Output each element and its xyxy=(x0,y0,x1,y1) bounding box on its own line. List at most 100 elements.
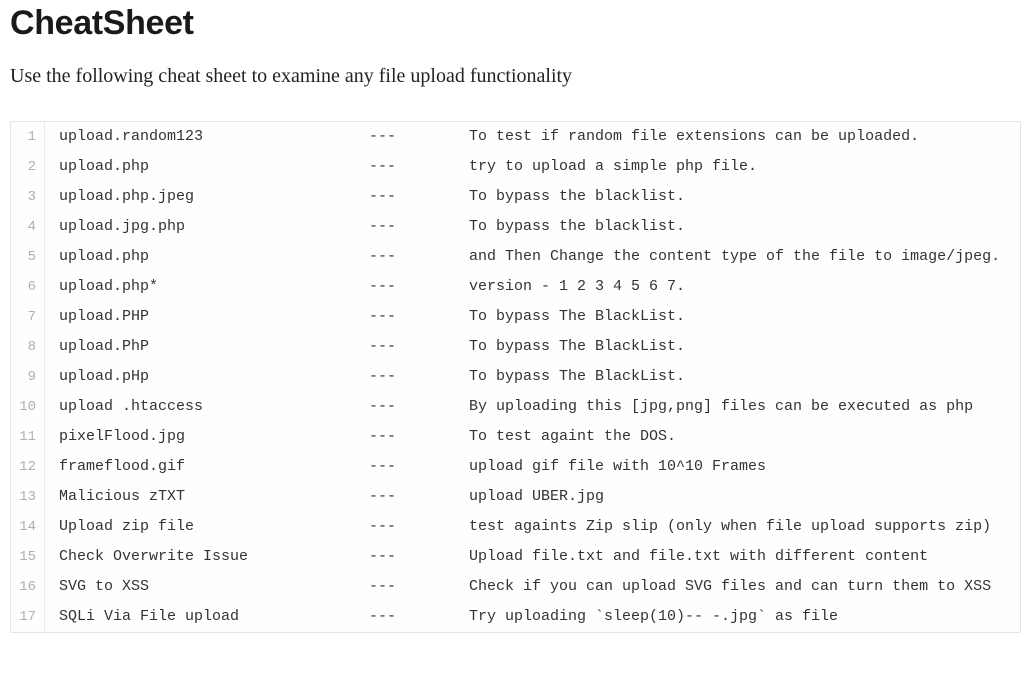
code-cell: upload.php.jpeg---To bypass the blacklis… xyxy=(45,182,1020,212)
code-cell: upload.PhP---To bypass The BlackList. xyxy=(45,332,1020,362)
separator-column: --- xyxy=(369,302,469,332)
filename-column: SQLi Via File upload xyxy=(59,602,369,632)
description-column: To bypass The BlackList. xyxy=(469,332,685,362)
line-number: 3 xyxy=(11,182,45,212)
code-cell: upload.php---try to upload a simple php … xyxy=(45,152,1020,182)
separator-column: --- xyxy=(369,452,469,482)
line-number: 14 xyxy=(11,512,45,542)
description-column: upload gif file with 10^10 Frames xyxy=(469,452,766,482)
code-row: 7upload.PHP---To bypass The BlackList. xyxy=(11,302,1020,332)
code-cell: upload.php---and Then Change the content… xyxy=(45,242,1020,272)
separator-column: --- xyxy=(369,212,469,242)
description-column: upload UBER.jpg xyxy=(469,482,604,512)
code-row: 13Malicious zTXT---upload UBER.jpg xyxy=(11,482,1020,512)
code-row: 1upload.random123---To test if random fi… xyxy=(11,122,1020,152)
filename-column: upload.php xyxy=(59,242,369,272)
code-row: 16SVG to XSS---Check if you can upload S… xyxy=(11,572,1020,602)
code-row: 5upload.php---and Then Change the conten… xyxy=(11,242,1020,272)
code-row: 6upload.php*---version - 1 2 3 4 5 6 7. xyxy=(11,272,1020,302)
code-row: 8upload.PhP---To bypass The BlackList. xyxy=(11,332,1020,362)
code-cell: SQLi Via File upload---Try uploading `sl… xyxy=(45,602,1020,632)
page-title: CheatSheet xyxy=(10,4,1021,43)
description-column: To bypass the blacklist. xyxy=(469,182,685,212)
code-cell: Check Overwrite Issue---Upload file.txt … xyxy=(45,542,1020,572)
code-cell: upload.PHP---To bypass The BlackList. xyxy=(45,302,1020,332)
line-number: 9 xyxy=(11,362,45,392)
code-cell: SVG to XSS---Check if you can upload SVG… xyxy=(45,572,1020,602)
separator-column: --- xyxy=(369,362,469,392)
separator-column: --- xyxy=(369,572,469,602)
code-cell: pixelFlood.jpg---To test againt the DOS. xyxy=(45,422,1020,452)
description-column: To bypass The BlackList. xyxy=(469,362,685,392)
code-cell: Upload zip file---test againts Zip slip … xyxy=(45,512,1020,542)
line-number: 12 xyxy=(11,452,45,482)
separator-column: --- xyxy=(369,422,469,452)
line-number: 11 xyxy=(11,422,45,452)
filename-column: upload .htaccess xyxy=(59,392,369,422)
line-number: 13 xyxy=(11,482,45,512)
filename-column: Check Overwrite Issue xyxy=(59,542,369,572)
code-cell: upload.php*---version - 1 2 3 4 5 6 7. xyxy=(45,272,1020,302)
separator-column: --- xyxy=(369,512,469,542)
filename-column: upload.jpg.php xyxy=(59,212,369,242)
line-number: 7 xyxy=(11,302,45,332)
filename-column: upload.random123 xyxy=(59,122,369,152)
code-row: 3upload.php.jpeg---To bypass the blackli… xyxy=(11,182,1020,212)
line-number: 4 xyxy=(11,212,45,242)
filename-column: upload.php xyxy=(59,152,369,182)
filename-column: pixelFlood.jpg xyxy=(59,422,369,452)
description-column: To test if random file extensions can be… xyxy=(469,122,919,152)
filename-column: upload.php.jpeg xyxy=(59,182,369,212)
code-cell: frameflood.gif---upload gif file with 10… xyxy=(45,452,1020,482)
description-column: try to upload a simple php file. xyxy=(469,152,757,182)
description-column: and Then Change the content type of the … xyxy=(469,242,1000,272)
description-column: To test againt the DOS. xyxy=(469,422,676,452)
intro-text: Use the following cheat sheet to examine… xyxy=(10,61,1021,91)
description-column: By uploading this [jpg,png] files can be… xyxy=(469,392,973,422)
separator-column: --- xyxy=(369,602,469,632)
code-cell: upload.random123---To test if random fil… xyxy=(45,122,1020,152)
line-number: 10 xyxy=(11,392,45,422)
separator-column: --- xyxy=(369,272,469,302)
code-row: 15Check Overwrite Issue---Upload file.tx… xyxy=(11,542,1020,572)
code-row: 4upload.jpg.php---To bypass the blacklis… xyxy=(11,212,1020,242)
line-number: 8 xyxy=(11,332,45,362)
description-column: Upload file.txt and file.txt with differ… xyxy=(469,542,928,572)
code-cell: upload.jpg.php---To bypass the blacklist… xyxy=(45,212,1020,242)
code-row: 14Upload zip file---test againts Zip sli… xyxy=(11,512,1020,542)
code-block: 1upload.random123---To test if random fi… xyxy=(10,121,1021,633)
code-row: 9upload.pHp---To bypass The BlackList. xyxy=(11,362,1020,392)
line-number: 1 xyxy=(11,122,45,152)
filename-column: frameflood.gif xyxy=(59,452,369,482)
line-number: 15 xyxy=(11,542,45,572)
filename-column: upload.PhP xyxy=(59,332,369,362)
code-row: 12frameflood.gif---upload gif file with … xyxy=(11,452,1020,482)
separator-column: --- xyxy=(369,332,469,362)
filename-column: Upload zip file xyxy=(59,512,369,542)
line-number: 2 xyxy=(11,152,45,182)
description-column: version - 1 2 3 4 5 6 7. xyxy=(469,272,685,302)
separator-column: --- xyxy=(369,392,469,422)
line-number: 5 xyxy=(11,242,45,272)
description-column: To bypass The BlackList. xyxy=(469,302,685,332)
code-row: 11pixelFlood.jpg---To test againt the DO… xyxy=(11,422,1020,452)
description-column: test againts Zip slip (only when file up… xyxy=(469,512,991,542)
filename-column: Malicious zTXT xyxy=(59,482,369,512)
code-cell: upload.pHp---To bypass The BlackList. xyxy=(45,362,1020,392)
code-row: 17SQLi Via File upload---Try uploading `… xyxy=(11,602,1020,632)
description-column: Check if you can upload SVG files and ca… xyxy=(469,572,991,602)
code-row: 10upload .htaccess---By uploading this [… xyxy=(11,392,1020,422)
line-number: 16 xyxy=(11,572,45,602)
code-cell: upload .htaccess---By uploading this [jp… xyxy=(45,392,1020,422)
code-cell: Malicious zTXT---upload UBER.jpg xyxy=(45,482,1020,512)
separator-column: --- xyxy=(369,542,469,572)
line-number: 6 xyxy=(11,272,45,302)
separator-column: --- xyxy=(369,182,469,212)
separator-column: --- xyxy=(369,122,469,152)
description-column: To bypass the blacklist. xyxy=(469,212,685,242)
filename-column: upload.pHp xyxy=(59,362,369,392)
filename-column: SVG to XSS xyxy=(59,572,369,602)
filename-column: upload.PHP xyxy=(59,302,369,332)
filename-column: upload.php* xyxy=(59,272,369,302)
code-row: 2upload.php---try to upload a simple php… xyxy=(11,152,1020,182)
